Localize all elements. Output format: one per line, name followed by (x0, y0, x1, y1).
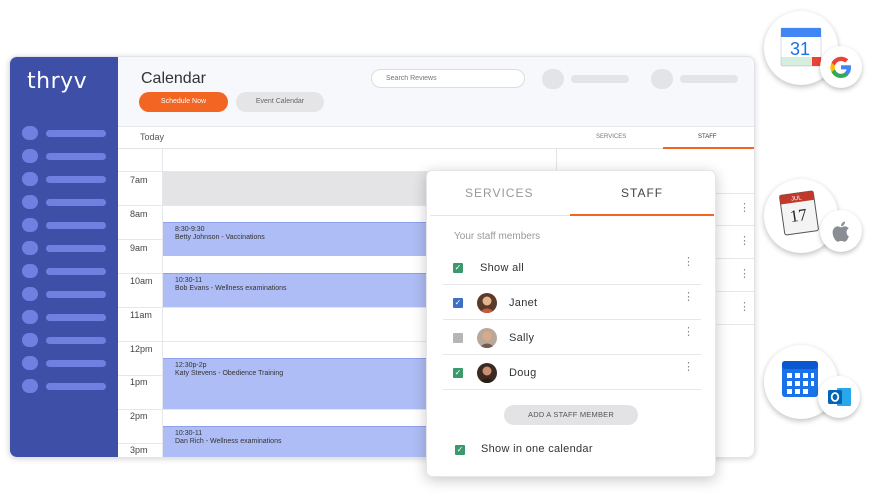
time-label: 1pm (130, 377, 148, 387)
add-staff-member-button[interactable]: ADD A STAFF MEMBER (504, 405, 638, 425)
calendar-subheader: Today SERVICES STAFF (118, 127, 754, 149)
schedule-now-button[interactable]: Schedule Now (139, 92, 228, 112)
show-all-checkbox[interactable]: ✓ (453, 263, 463, 273)
tab-staff[interactable]: STAFF (621, 186, 663, 200)
avatar-doug (477, 363, 497, 383)
sidebar-item-1[interactable] (22, 126, 112, 140)
more-options-icon[interactable]: ⋮ (739, 203, 750, 214)
staff-row-doug: ✓ Doug ⋮ (443, 356, 701, 390)
sidebar-item-7[interactable] (22, 264, 112, 278)
header-placeholder-bar (571, 75, 629, 83)
time-label: 7am (130, 175, 148, 185)
show-in-one-calendar-checkbox[interactable]: ✓ (455, 445, 465, 455)
more-options-icon[interactable]: ⋮ (739, 302, 750, 313)
time-label: 9am (130, 243, 148, 253)
tab-services[interactable]: SERVICES (465, 186, 533, 200)
event-calendar-button[interactable]: Event Calendar (236, 92, 324, 112)
google-g-icon (830, 56, 851, 78)
time-label: 10am (130, 276, 153, 286)
staff-tab-underline (570, 214, 714, 216)
tab-services-small[interactable]: SERVICES (596, 134, 626, 140)
staff-checkbox-doug[interactable]: ✓ (453, 368, 463, 378)
staff-filter-popup: SERVICES STAFF Your staff members ✓ Show… (426, 170, 716, 477)
sidebar-item-2[interactable] (22, 149, 112, 163)
staff-name: Janet (509, 297, 538, 309)
time-label: 11am (130, 310, 152, 320)
outlook-badge (818, 376, 860, 418)
notification-placeholder-icon[interactable] (542, 69, 564, 89)
time-label: 3pm (130, 445, 148, 455)
sidebar-item-9[interactable] (22, 310, 112, 324)
more-options-icon[interactable]: ⋮ (683, 257, 694, 268)
staff-name: Doug (509, 367, 537, 379)
sidebar-item-4[interactable] (22, 195, 112, 209)
more-options-icon[interactable]: ⋮ (683, 292, 694, 303)
time-label: 8am (130, 209, 148, 219)
header: Calendar Schedule Now Event Calendar (118, 57, 754, 127)
search-input[interactable] (371, 69, 525, 88)
header-placeholder-bar-2 (680, 75, 738, 83)
sidebar-item-12[interactable] (22, 379, 112, 393)
more-options-icon[interactable]: ⋮ (739, 236, 750, 247)
thryv-logo: thryv (27, 69, 88, 94)
more-options-icon[interactable]: ⋮ (683, 327, 694, 338)
today-label[interactable]: Today (140, 132, 164, 142)
sidebar-item-11[interactable] (22, 356, 112, 370)
apple-badge (820, 210, 862, 252)
sidebar-item-6[interactable] (22, 241, 112, 255)
staff-checkbox-sally[interactable] (453, 333, 463, 343)
staff-name: Sally (509, 332, 535, 344)
time-label: 12pm (130, 344, 153, 354)
more-options-icon[interactable]: ⋮ (683, 362, 694, 373)
show-in-one-calendar-label: Show in one calendar (481, 443, 593, 455)
sidebar-item-3[interactable] (22, 172, 112, 186)
time-label: 2pm (130, 411, 148, 421)
page-title: Calendar (141, 70, 206, 87)
sidebar-item-8[interactable] (22, 287, 112, 301)
apple-logo-icon (832, 221, 849, 242)
outlook-logo-icon (828, 388, 851, 406)
staff-row-sally: Sally ⋮ (443, 321, 701, 355)
staff-checkbox-janet[interactable]: ✓ (453, 298, 463, 308)
sidebar: thryv (10, 57, 118, 457)
google-badge (820, 46, 862, 88)
google-calendar-day: 31 (790, 39, 811, 59)
staff-section-label: Your staff members (454, 231, 541, 242)
sidebar-item-10[interactable] (22, 333, 112, 347)
staff-row-janet: ✓ Janet ⋮ (443, 286, 701, 320)
avatar-sally (477, 328, 497, 348)
avatar-janet (477, 293, 497, 313)
avatar[interactable] (651, 69, 673, 89)
more-options-icon[interactable]: ⋮ (739, 269, 750, 280)
tab-staff-small[interactable]: STAFF (698, 134, 717, 140)
sidebar-item-5[interactable] (22, 218, 112, 232)
show-all-label: Show all (480, 262, 524, 274)
apple-calendar-day: 17 (788, 204, 809, 227)
show-all-row: ✓ Show all ⋮ (443, 251, 701, 285)
